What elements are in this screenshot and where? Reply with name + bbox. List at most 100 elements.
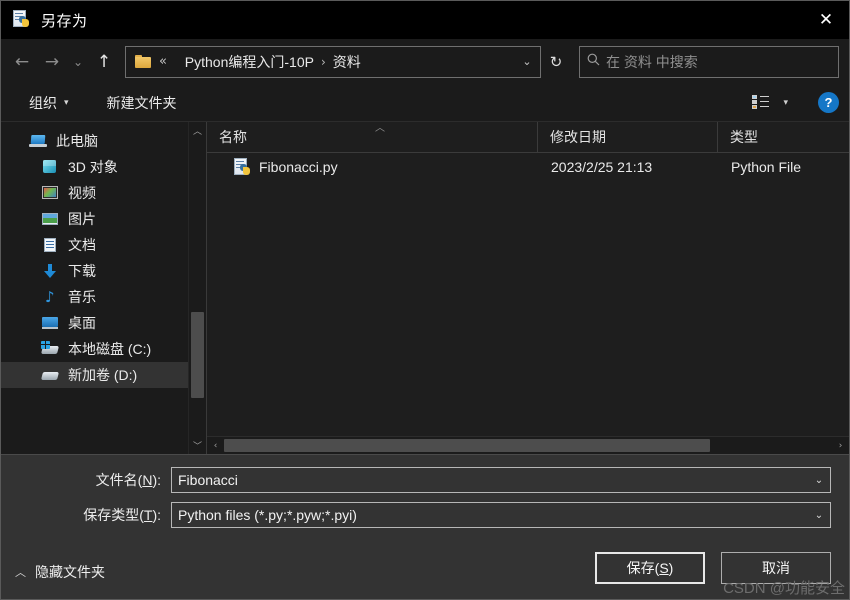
sidebar-item-label: 音乐: [68, 289, 96, 305]
sidebar-scroll-thumb[interactable]: [191, 311, 204, 399]
navigation-pane: 此电脑 3D 对象视频 图片文档下载 ♪ 音乐桌面本地磁盘 (C:) 新加卷 (D:) ︿…: [1, 122, 207, 454]
sidebar-item-0[interactable]: 此电脑: [1, 128, 188, 154]
new-folder-button[interactable]: 新建文件夹: [101, 89, 183, 117]
sidebar-item-4[interactable]: 文档: [1, 232, 188, 258]
sidebar-item-label: 新加卷 (D:): [68, 367, 138, 383]
save-label-suffix: ): [668, 560, 674, 576]
cell-file-type: Python File: [731, 159, 802, 175]
sidebar-scroll-track[interactable]: [189, 139, 206, 437]
sidebar-item-label: 3D 对象: [68, 159, 118, 175]
cancel-button[interactable]: 取消: [721, 552, 831, 584]
chevron-down-icon[interactable]: ⌄: [808, 475, 830, 486]
breadcrumb: « Python编程入门-10P › 资料: [159, 52, 514, 72]
filename-input[interactable]: Fibonacci ⌄: [171, 467, 831, 493]
filetype-label-suffix: ):: [152, 507, 161, 523]
sidebar-item-2[interactable]: 视频: [1, 180, 188, 206]
desktop-icon: [41, 315, 59, 331]
filetype-select[interactable]: Python files (*.py;*.pyw;*.pyi) ⌄: [171, 502, 831, 528]
save-button[interactable]: 保存(S): [595, 552, 705, 584]
sidebar-item-3[interactable]: 图片: [1, 206, 188, 232]
sidebar-item-label: 桌面: [68, 315, 96, 331]
view-options-button[interactable]: ▾: [746, 91, 794, 114]
help-button[interactable]: ?: [818, 92, 839, 113]
save-accel-key: S: [659, 560, 669, 576]
python-file-icon: [12, 10, 32, 30]
hide-folders-toggle[interactable]: ︿ 隐藏文件夹: [15, 562, 105, 582]
cell-name: Fibonacci.py: [207, 158, 537, 176]
hide-folders-label: 隐藏文件夹: [35, 564, 105, 580]
scroll-up-icon[interactable]: ︿: [189, 122, 206, 139]
file-list-hscrollbar[interactable]: ‹ ›: [207, 436, 849, 454]
organize-button[interactable]: 组织 ▾: [23, 89, 75, 117]
scroll-left-icon[interactable]: ‹: [207, 437, 224, 454]
filename-accel-key: N: [142, 472, 153, 488]
save-label-prefix: 保存(: [626, 560, 660, 576]
breadcrumb-overflow-icon[interactable]: «: [159, 54, 167, 69]
filetype-label-prefix: 保存类型(: [83, 507, 144, 523]
chevron-down-icon: ▾: [64, 97, 69, 108]
scroll-down-icon[interactable]: ﹀: [189, 437, 206, 454]
column-header-date[interactable]: 修改日期: [537, 122, 717, 152]
close-icon[interactable]: ✕: [803, 1, 849, 39]
column-headers: 名称 ︿ 修改日期 类型: [207, 122, 849, 153]
address-bar[interactable]: « Python编程入门-10P › 资料 ⌄: [125, 45, 541, 78]
search-icon: [580, 53, 606, 70]
table-row[interactable]: Fibonacci.py 2023/2/25 21:13 Python File: [207, 153, 849, 181]
save-as-dialog: 另存为 ✕ ← → ⌄ ↑ « Python编程入门-10P › 资料 ⌄ ↻: [0, 0, 850, 600]
sidebar-item-9[interactable]: 新加卷 (D:): [1, 362, 188, 388]
forward-button[interactable]: →: [37, 47, 67, 77]
dialog-footer: ︿ 隐藏文件夹 保存(S) 取消 CSDN @功能安全: [1, 537, 849, 599]
music-icon: ♪: [45, 288, 55, 306]
folder-icon: [135, 55, 151, 68]
downloads-icon: [41, 263, 59, 279]
breadcrumb-item-current[interactable]: 资料: [333, 52, 361, 72]
back-button[interactable]: ←: [7, 47, 37, 77]
toolbar: 组织 ▾ 新建文件夹 ▾ ?: [1, 84, 849, 122]
navigation-bar: ← → ⌄ ↑ « Python编程入门-10P › 资料 ⌄ ↻ 在 资料 中…: [1, 39, 849, 84]
breadcrumb-separator-1: ›: [320, 54, 326, 69]
sidebar-tree: 此电脑 3D 对象视频 图片文档下载 ♪ 音乐桌面本地磁盘 (C:) 新加卷 (D:): [1, 122, 188, 454]
chevron-down-icon[interactable]: ⌄: [514, 55, 540, 68]
window-title: 另存为: [41, 12, 88, 30]
refresh-icon[interactable]: ↻: [541, 53, 571, 71]
title-bar: 另存为 ✕: [1, 1, 849, 39]
column-header-type[interactable]: 类型: [717, 122, 849, 152]
sidebar-item-label: 文档: [68, 237, 96, 253]
search-box[interactable]: 在 资料 中搜索: [579, 45, 839, 78]
filename-label-suffix: ):: [152, 472, 161, 488]
view-list-icon: [752, 95, 770, 110]
sidebar-item-8[interactable]: 本地磁盘 (C:): [1, 336, 188, 362]
filename-row: 文件名(N): Fibonacci ⌄: [1, 467, 831, 493]
chevron-down-icon: ▾: [783, 97, 788, 108]
recent-locations-button[interactable]: ⌄: [67, 47, 89, 77]
documents-icon: [41, 237, 59, 253]
breadcrumb-separator: [174, 55, 178, 69]
local-disk-icon: [41, 341, 59, 357]
filetype-value[interactable]: Python files (*.py;*.pyw;*.pyi): [178, 507, 808, 523]
hscroll-thumb[interactable]: [224, 439, 711, 452]
videos-icon: [41, 185, 59, 201]
content-area: 此电脑 3D 对象视频 图片文档下载 ♪ 音乐桌面本地磁盘 (C:) 新加卷 (D:) ︿…: [1, 122, 849, 454]
sidebar-item-7[interactable]: 桌面: [1, 310, 188, 336]
sidebar-item-5[interactable]: 下载: [1, 258, 188, 284]
sidebar-scrollbar[interactable]: ︿ ﹀: [188, 122, 206, 454]
filename-value[interactable]: Fibonacci: [178, 472, 808, 488]
chevron-down-icon[interactable]: ⌄: [808, 510, 830, 521]
breadcrumb-item-parent[interactable]: Python编程入门-10P: [185, 52, 314, 72]
sidebar-item-1[interactable]: 3D 对象: [1, 154, 188, 180]
up-button[interactable]: ↑: [89, 47, 119, 77]
file-rows: Fibonacci.py 2023/2/25 21:13 Python File: [207, 153, 849, 436]
chevron-up-icon: ︿: [15, 566, 26, 579]
file-name: Fibonacci.py: [259, 159, 338, 175]
3d-objects-icon: [41, 159, 59, 175]
save-form: 文件名(N): Fibonacci ⌄ 保存类型(T): Python file…: [1, 454, 849, 537]
hscroll-track[interactable]: [224, 437, 832, 454]
this-pc-icon: [29, 133, 47, 149]
search-input[interactable]: 在 资料 中搜索: [606, 52, 698, 72]
scroll-right-icon[interactable]: ›: [832, 437, 849, 454]
column-header-name[interactable]: 名称 ︿: [207, 122, 537, 152]
filetype-label: 保存类型(T):: [1, 505, 171, 525]
sidebar-item-6[interactable]: ♪ 音乐: [1, 284, 188, 310]
organize-label: 组织: [29, 94, 57, 111]
pictures-icon: [41, 211, 59, 227]
